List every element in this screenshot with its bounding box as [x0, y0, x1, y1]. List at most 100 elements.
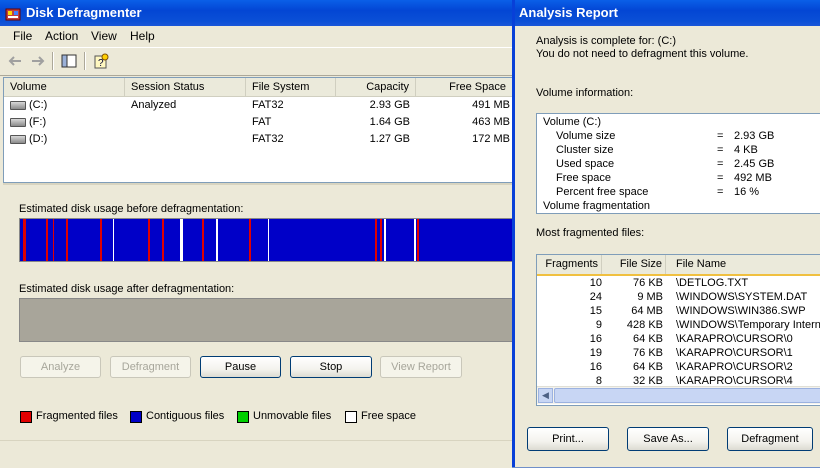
main-titlebar[interactable]: Disk Defragmenter — [0, 0, 512, 26]
volume-info-value: 16 % — [734, 186, 760, 198]
column-file-name[interactable]: File Name — [666, 255, 820, 274]
fragmented-file-row[interactable]: 19 76 KB \KARAPRO\CURSOR\1 — [537, 346, 820, 360]
most-fragmented-label: Most fragmented files: — [536, 227, 645, 239]
fragmented-file-row[interactable]: 15 64 MB \WINDOWS\WIN386.SWP — [537, 304, 820, 318]
disk-defragmenter-window: Disk Defragmenter File Action View Help … — [0, 0, 514, 468]
horizontal-scrollbar[interactable]: ◀ — [537, 386, 820, 404]
analysis-report-dialog: Analysis Report Analysis is complete for… — [512, 0, 820, 467]
file-size-cell: 9 MB — [637, 291, 663, 303]
analysis-complete-text: Analysis is complete for: (C:) — [536, 35, 676, 47]
column-free-space[interactable]: Free Space — [416, 78, 513, 96]
volume-info-value: 2.45 GB — [734, 158, 775, 170]
contiguous-legend-swatch — [130, 411, 142, 423]
help-icon[interactable]: ? — [92, 52, 110, 70]
volume-row-c[interactable]: (C:) Analyzed FAT32 2.93 GB 491 MB — [4, 97, 513, 114]
contiguous-legend-label: Contiguous files — [146, 410, 225, 422]
report-defragment-button[interactable]: Defragment — [727, 427, 813, 451]
column-fragments[interactable]: Fragments — [537, 255, 602, 274]
volume-info-key: Volume size — [556, 130, 616, 142]
report-titlebar[interactable]: Analysis Report — [515, 0, 820, 26]
fragmented-segment — [53, 219, 54, 261]
fragments-cell: 24 — [589, 291, 602, 303]
column-capacity[interactable]: Capacity — [336, 78, 416, 96]
free-space-segment — [268, 219, 269, 261]
volume-info-key: Cluster size — [556, 144, 614, 156]
fragmented-file-row[interactable]: 24 9 MB \WINDOWS\SYSTEM.DAT — [537, 290, 820, 304]
analyze-button[interactable]: Analyze — [20, 356, 101, 378]
volume-row-d[interactable]: (D:) FAT32 1.27 GB 172 MB — [4, 131, 513, 148]
fragments-cell: 9 — [595, 319, 602, 331]
free-space-cell: 491 MB — [472, 99, 510, 111]
fragmented-segment — [66, 219, 68, 261]
back-arrow-icon[interactable] — [6, 52, 24, 70]
column-session-status[interactable]: Session Status — [125, 78, 246, 96]
volume-info-key: Percent free space — [556, 186, 649, 198]
file-size-cell: 64 MB — [631, 305, 663, 317]
menu-help[interactable]: Help — [130, 29, 155, 43]
fragments-cell: 10 — [589, 277, 602, 289]
show-hide-console-tree-icon[interactable] — [60, 52, 78, 70]
most-fragmented-files-list[interactable]: Fragments File Size File Name 10 76 KB \… — [536, 254, 820, 406]
before-defrag-label: Estimated disk usage before defragmentat… — [19, 203, 244, 215]
free-space-legend-swatch — [345, 411, 357, 423]
menu-view[interactable]: View — [91, 29, 117, 43]
column-file-size[interactable]: File Size — [602, 255, 666, 274]
fragmented-file-row[interactable]: 9 428 KB \WINDOWS\Temporary Interne — [537, 318, 820, 332]
volume-list-header: Volume Session Status File System Capaci… — [4, 78, 513, 97]
volume-info-equals: = — [717, 172, 724, 184]
hard-drive-icon — [10, 117, 26, 127]
scroll-left-arrow-icon[interactable]: ◀ — [538, 388, 553, 403]
status-cell — [131, 131, 246, 148]
column-file-system[interactable]: File System — [246, 78, 336, 96]
filesystem-cell: FAT32 — [252, 133, 284, 145]
fragmented-segment — [23, 219, 26, 261]
menu-action[interactable]: Action — [45, 29, 78, 43]
fragmented-files-header: Fragments File Size File Name — [537, 255, 820, 276]
toolbar: ? — [0, 47, 512, 76]
volume-info-value: 4 KB — [734, 144, 758, 156]
stop-button[interactable]: Stop — [290, 356, 372, 378]
fragmented-segment — [162, 219, 164, 261]
fragmented-segment — [375, 219, 377, 261]
free-space-segment — [216, 219, 218, 261]
menu-bar: File Action View Help — [0, 26, 512, 47]
after-defrag-usage-bar — [19, 298, 514, 342]
volume-cell: (F:) — [4, 114, 125, 131]
volume-list[interactable]: Volume Session Status File System Capaci… — [3, 77, 513, 183]
defragment-button[interactable]: Defragment — [110, 356, 191, 378]
fragmented-file-row[interactable]: 16 64 KB \KARAPRO\CURSOR\0 — [537, 332, 820, 346]
save-as-button[interactable]: Save As... — [627, 427, 709, 451]
after-defrag-label: Estimated disk usage after defragmentati… — [19, 283, 235, 295]
print-button[interactable]: Print... — [527, 427, 609, 451]
volume-row-f[interactable]: (F:) FAT 1.64 GB 463 MB — [4, 114, 513, 131]
fragmented-segment — [380, 219, 382, 261]
defrag-app-icon — [5, 5, 21, 21]
volume-info-label: Volume information: — [536, 87, 634, 99]
fragmented-legend-swatch — [20, 411, 32, 423]
toolbar-separator — [84, 52, 86, 70]
free-space-segment — [180, 219, 183, 261]
hard-drive-icon — [10, 134, 26, 144]
toolbar-separator — [52, 52, 54, 70]
view-report-button[interactable]: View Report — [380, 356, 462, 378]
fragmented-segment — [417, 219, 419, 261]
menu-file[interactable]: File — [13, 29, 32, 43]
scrollbar-thumb[interactable] — [554, 388, 820, 403]
volume-info-equals: = — [717, 144, 724, 156]
volume-info-header: Volume (C:) — [543, 116, 602, 128]
fragmented-file-row[interactable]: 16 64 KB \KARAPRO\CURSOR\2 — [537, 360, 820, 374]
volume-info-key: Free space — [556, 172, 612, 184]
pause-button[interactable]: Pause — [200, 356, 281, 378]
file-name-cell: \DETLOG.TXT — [676, 277, 749, 289]
volume-fragmentation-label: Volume fragmentation — [543, 200, 651, 212]
fragmented-file-row[interactable]: 10 76 KB \DETLOG.TXT — [537, 276, 820, 290]
recommendation-text: You do not need to defragment this volum… — [536, 48, 749, 60]
forward-arrow-icon[interactable] — [29, 52, 47, 70]
file-name-cell: \KARAPRO\CURSOR\1 — [676, 347, 793, 359]
fragmented-segment — [249, 219, 251, 261]
column-volume[interactable]: Volume — [4, 78, 125, 96]
file-name-cell: \KARAPRO\CURSOR\2 — [676, 361, 793, 373]
file-name-cell: \WINDOWS\WIN386.SWP — [676, 305, 806, 317]
volume-information-box[interactable]: Volume (C:) Volume size = 2.93 GB Cluste… — [536, 113, 820, 214]
capacity-cell: 1.64 GB — [369, 116, 410, 128]
